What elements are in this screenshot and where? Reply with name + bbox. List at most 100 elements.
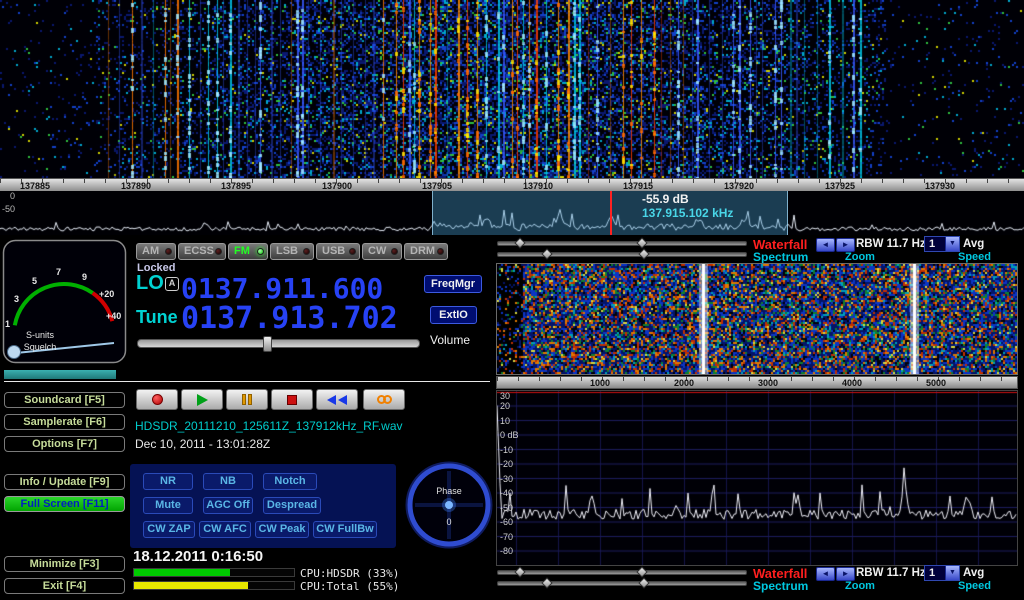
cw-peak-button[interactable]: CW Peak xyxy=(255,521,309,538)
freq-label: 137905 xyxy=(422,181,452,191)
smeter-tick: +20 xyxy=(99,289,114,299)
rf-display-controls-bottom: Waterfall Spectrum ◄ ► RBW 11.7 Hz Zoom … xyxy=(0,565,1024,593)
cw-zap-button[interactable]: CW ZAP xyxy=(143,521,195,538)
squelch-level-bar[interactable] xyxy=(4,370,116,379)
db-axis-label: 0 xyxy=(10,191,15,201)
phase-scope: Phase 0 xyxy=(405,461,493,549)
af-scale-label: 5000 xyxy=(926,378,946,388)
vfo-a-badge[interactable]: A xyxy=(165,277,179,291)
cursor-db-readout: -55.9 dB xyxy=(642,192,733,206)
zoom-in-button[interactable]: ► xyxy=(836,567,855,581)
waterfall-brightness-slider[interactable] xyxy=(497,570,747,575)
slider-thumb[interactable] xyxy=(514,566,525,577)
record-button[interactable] xyxy=(136,389,178,410)
rewind-button[interactable] xyxy=(316,389,358,410)
rbw-label: RBW 11.7 Hz xyxy=(856,238,926,250)
recording-filename: HDSDR_20111210_125611Z_137912kHz_RF.wav xyxy=(135,419,403,433)
avg-label: Avg xyxy=(963,238,984,250)
pause-icon xyxy=(242,394,246,405)
slider-thumb[interactable] xyxy=(541,248,552,259)
avg-label: Avg xyxy=(963,567,984,579)
slider-thumb[interactable] xyxy=(514,237,525,248)
phase-value: 0 xyxy=(446,517,451,527)
soundcard-button[interactable]: Soundcard [F5] xyxy=(4,392,125,408)
smeter-tick: 5 xyxy=(32,276,37,286)
zoom-out-button[interactable]: ◄ xyxy=(816,567,835,581)
stop-button[interactable] xyxy=(271,389,313,410)
freq-label: 137925 xyxy=(825,181,855,191)
volume-label: Volume xyxy=(430,333,470,347)
freq-label: 137910 xyxy=(523,181,553,191)
af-scale-label: 3000 xyxy=(758,378,778,388)
rewind-icon xyxy=(338,395,347,405)
freq-label: 137920 xyxy=(724,181,754,191)
zoom-arrow-buttons: ◄ ► xyxy=(816,238,855,252)
spectrum-tab[interactable]: Spectrum xyxy=(753,250,808,264)
squelch-label: Squelch xyxy=(24,342,57,352)
spectrum-range-slider[interactable] xyxy=(497,581,747,586)
lo-label: LO xyxy=(136,272,164,295)
notch-button[interactable]: Notch xyxy=(263,473,317,490)
main-waterfall-display[interactable] xyxy=(0,0,1024,178)
avg-value: 1 xyxy=(925,237,945,251)
avg-dropdown[interactable]: 1 ▼ xyxy=(924,565,960,581)
freqmgr-button[interactable]: FreqMgr xyxy=(424,275,482,293)
smeter-tick: +40 xyxy=(106,311,121,321)
cursor-freq-readout: 137.915.102 kHz xyxy=(642,206,733,220)
db-axis-label: -50 xyxy=(2,204,15,214)
zoom-in-button[interactable]: ► xyxy=(836,238,855,252)
play-icon xyxy=(197,394,208,406)
af-spectrum-display[interactable]: 30 20 10 0 dB -10 -20 -30 -40 -50 -60 -7… xyxy=(496,390,1018,566)
waterfall-brightness-slider[interactable] xyxy=(497,241,747,246)
cw-afc-button[interactable]: CW AFC xyxy=(199,521,251,538)
rf-display-controls-top: Waterfall Spectrum ◄ ► RBW 11.7 Hz Zoom … xyxy=(0,236,1024,264)
mute-button[interactable]: Mute xyxy=(143,497,193,514)
spectrum-tab[interactable]: Spectrum xyxy=(753,579,808,593)
af-frequency-scale[interactable]: 1000 2000 3000 4000 5000 xyxy=(496,376,1018,389)
smeter-units-label: S-units xyxy=(26,330,55,340)
volume-slider[interactable] xyxy=(137,339,420,348)
slider-thumb[interactable] xyxy=(636,566,647,577)
chevron-down-icon[interactable]: ▼ xyxy=(945,566,959,580)
af-scale-label: 4000 xyxy=(842,378,862,388)
spectrum-range-slider[interactable] xyxy=(497,252,747,257)
pause-icon xyxy=(248,394,252,405)
nr-button[interactable]: NR xyxy=(143,473,193,490)
frequency-scale[interactable]: 137885 137890 137895 137900 137905 13791… xyxy=(0,178,1024,191)
zoom-out-button[interactable]: ◄ xyxy=(816,238,835,252)
play-button[interactable] xyxy=(181,389,223,410)
freq-label: 137885 xyxy=(20,181,50,191)
af-waterfall-display[interactable] xyxy=(496,263,1018,375)
chevron-down-icon[interactable]: ▼ xyxy=(945,237,959,251)
volume-slider-thumb[interactable] xyxy=(263,336,272,352)
clock-display: 18.12.2011 0:16:50 xyxy=(133,548,263,565)
avg-dropdown[interactable]: 1 ▼ xyxy=(924,236,960,252)
cw-fullbw-button[interactable]: CW FullBw xyxy=(313,521,377,538)
smeter-tick: 7 xyxy=(56,267,61,277)
slider-thumb[interactable] xyxy=(636,237,647,248)
speed-label: Speed xyxy=(958,251,991,263)
info-update-button[interactable]: Info / Update [F9] xyxy=(4,474,125,490)
tune-frequency-display[interactable]: 0137.913.702 xyxy=(181,301,398,336)
freq-label: 137895 xyxy=(221,181,251,191)
rbw-label: RBW 11.7 Hz xyxy=(856,567,926,579)
main-spectrum-display[interactable]: 0 -50 -55.9 dB 137.915.102 kHz xyxy=(0,191,1024,235)
freq-label: 137930 xyxy=(925,181,955,191)
db-scale-label: -60 xyxy=(500,517,513,527)
db-scale-label: 0 dB xyxy=(500,430,519,440)
extio-button[interactable]: ExtIO xyxy=(430,306,477,324)
rewind-icon xyxy=(327,395,336,405)
options-button[interactable]: Options [F7] xyxy=(4,436,125,452)
samplerate-button[interactable]: Samplerate [F6] xyxy=(4,414,125,430)
pause-button[interactable] xyxy=(226,389,268,410)
loop-button[interactable] xyxy=(363,389,405,410)
agc-button[interactable]: AGC Off xyxy=(203,497,253,514)
slider-thumb[interactable] xyxy=(638,577,649,588)
smeter-tick: 3 xyxy=(14,294,19,304)
despread-button[interactable]: Despread xyxy=(263,497,321,514)
slider-thumb[interactable] xyxy=(541,577,552,588)
nb-button[interactable]: NB xyxy=(203,473,253,490)
fullscreen-button[interactable]: Full Screen [F11] xyxy=(4,496,125,512)
squelch-knob[interactable] xyxy=(8,346,21,359)
slider-thumb[interactable] xyxy=(638,248,649,259)
